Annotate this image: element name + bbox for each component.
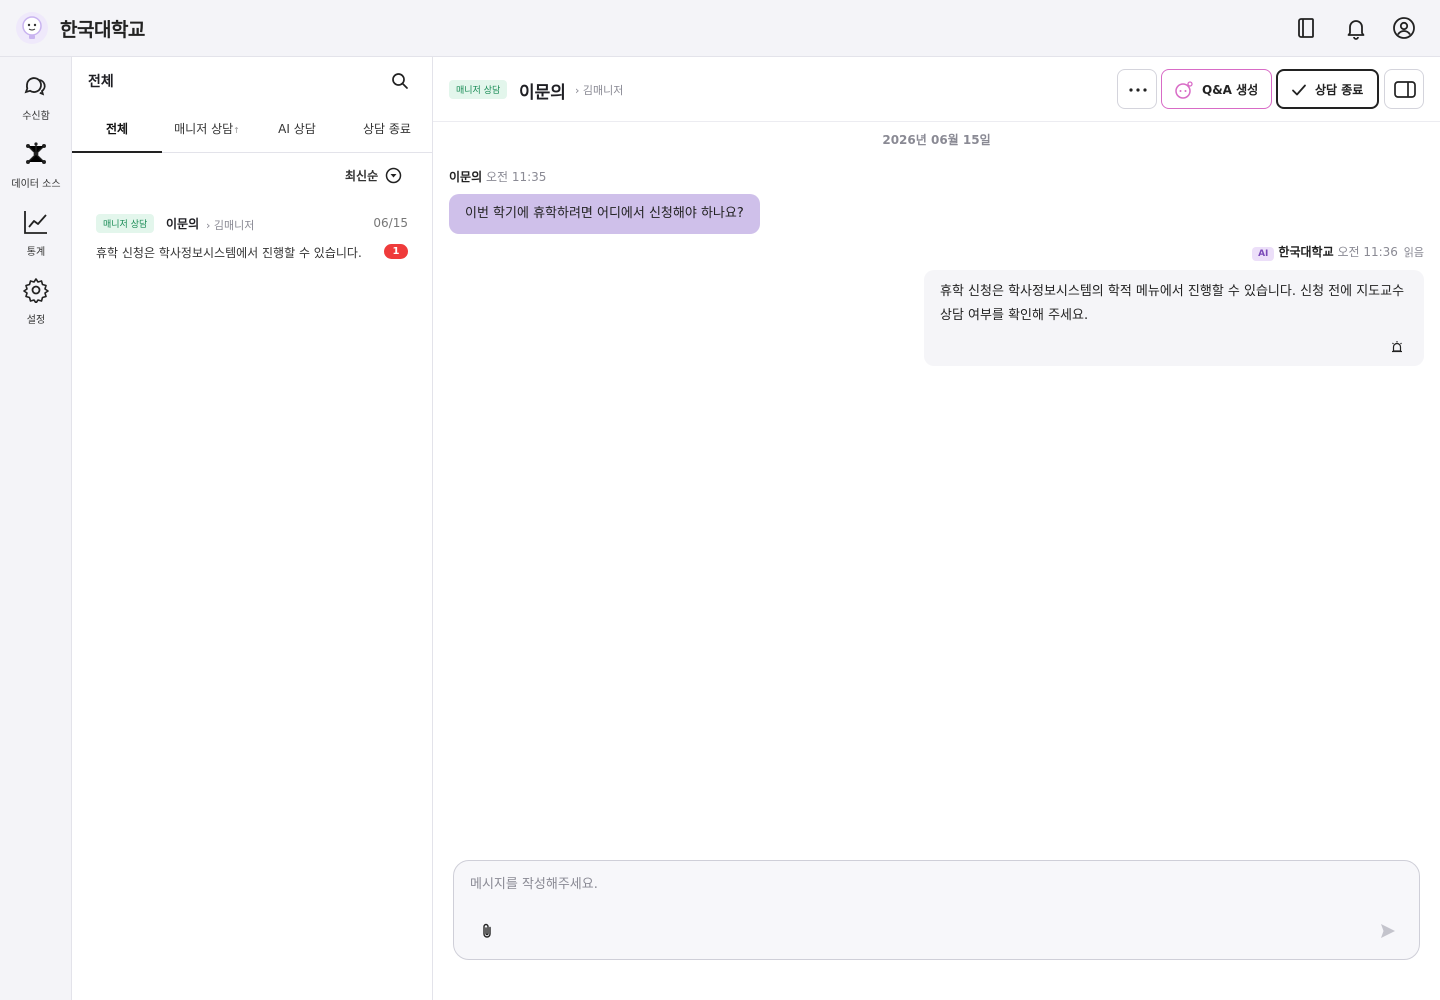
- ai-badge: AI: [1252, 247, 1275, 261]
- user-icon[interactable]: [1392, 16, 1416, 40]
- conversation-name: 이문의: [166, 217, 200, 231]
- nav-label-stats: 통계: [26, 247, 46, 258]
- nav-item-stats[interactable]: 통계: [0, 209, 72, 269]
- bulb-logo-icon: [22, 16, 42, 39]
- end-consultation-label: 상담 종료: [1315, 83, 1364, 97]
- nav-label-data-source: 데이터 소스: [11, 179, 61, 190]
- tab-manager-label: 매니저 상담: [174, 122, 234, 136]
- read-status: 읽음: [1403, 246, 1424, 259]
- paperclip-icon[interactable]: [478, 922, 496, 940]
- send-icon[interactable]: [1379, 922, 1397, 940]
- search-icon[interactable]: [391, 72, 409, 90]
- nav-label-inbox: 수신함: [22, 111, 50, 122]
- tab-manager[interactable]: 매니저 상담↑: [162, 109, 252, 153]
- nav-item-inbox[interactable]: 수신함: [0, 73, 72, 133]
- message-sender: 이문의: [449, 170, 483, 184]
- tab-closed[interactable]: 상담 종료: [342, 109, 432, 153]
- chevron-down-circle-icon[interactable]: [385, 167, 402, 184]
- unread-count-badge: 1: [384, 244, 408, 259]
- conversation-manager-name: 김매니저: [213, 219, 255, 232]
- logo[interactable]: [16, 12, 48, 44]
- conversation-manager: › 김매니저: [206, 219, 255, 232]
- tab-all[interactable]: 전체: [72, 109, 162, 153]
- tab-closed-label: 상담 종료: [363, 122, 411, 136]
- chat-customer-name: 이문의: [519, 83, 566, 103]
- chat-manager-name: 김매니저: [582, 84, 624, 97]
- conversation-list-panel: 전체 전체 매니저 상담↑ AI 상담 상담 종료 최신순 매니저 상담 이문의…: [72, 57, 433, 1000]
- nav-item-data-source[interactable]: 데이터 소스: [0, 141, 72, 201]
- left-nav: 수신함 데이터 소스 통계 설정: [0, 57, 72, 1000]
- message-input[interactable]: [470, 873, 1330, 895]
- list-item[interactable]: 매니저 상담 이문의 › 김매니저 06/15 휴학 신청은 학사정보시스템에서…: [96, 213, 408, 263]
- chat-header: 매니저 상담 이문의 › 김매니저 Q&A 생성 상담 종료: [433, 57, 1440, 122]
- message-time: 오전 11:36: [1337, 245, 1398, 259]
- brand-title: 한국대학교: [60, 19, 145, 41]
- chart-line-icon: [24, 211, 47, 234]
- conversation-tabs: 전체 매니저 상담↑ AI 상담 상담 종료: [72, 109, 432, 153]
- sidebar-panel-icon: [1394, 81, 1416, 98]
- nodes-icon: [26, 142, 46, 164]
- sort-select[interactable]: 최신순: [345, 167, 378, 184]
- inbox-chat-icon: [24, 77, 46, 96]
- list-title: 전체: [88, 74, 114, 90]
- tab-ai-label: AI 상담: [278, 122, 316, 136]
- user-message-bubble: 이번 학기에 휴학하려면 어디에서 신청해야 하나요?: [449, 194, 760, 234]
- ai-message-bubble: 휴학 신청은 학사정보시스템의 학적 메뉴에서 진행할 수 있습니다. 신청 전…: [924, 270, 1424, 366]
- check-icon: [1292, 84, 1306, 96]
- toggle-panel-button[interactable]: [1384, 69, 1424, 109]
- tab-all-label: 전체: [105, 122, 129, 136]
- status-badge: 매니저 상담: [96, 214, 155, 233]
- message-composer: [453, 860, 1420, 960]
- date-separator: 2026년 06월 15일: [882, 133, 991, 147]
- conversation-preview: 휴학 신청은 학사정보시스템에서 진행할 수 있습니다.: [96, 246, 362, 260]
- bell-icon[interactable]: [1344, 16, 1368, 40]
- top-bar: 한국대학교: [0, 0, 1440, 57]
- tab-ai[interactable]: AI 상담: [252, 109, 342, 153]
- sort-arrow-icon: ↑: [233, 126, 240, 135]
- nav-label-settings: 설정: [26, 315, 46, 326]
- nav-item-settings[interactable]: 설정: [0, 277, 72, 337]
- conversation-date: 06/15: [373, 216, 408, 230]
- message-time: 오전 11:35: [485, 170, 547, 184]
- qa-generate-button[interactable]: Q&A 생성: [1161, 69, 1272, 109]
- chat-manager: › 김매니저: [575, 84, 624, 97]
- qa-generate-label: Q&A 생성: [1202, 83, 1259, 97]
- alarm-icon[interactable]: [1390, 340, 1404, 354]
- bot-icon: [1175, 81, 1193, 99]
- ai-message-meta: AI 한국대학교 오전 11:36 읽음: [1252, 243, 1424, 261]
- chat-panel: 매니저 상담 이문의 › 김매니저 Q&A 생성 상담 종료 2026년 06월…: [433, 57, 1440, 1000]
- end-consultation-button[interactable]: 상담 종료: [1276, 69, 1379, 109]
- chat-status-badge: 매니저 상담: [449, 80, 508, 99]
- ai-message-text: 휴학 신청은 학사정보시스템의 학적 메뉴에서 진행할 수 있습니다. 신청 전…: [940, 284, 1405, 323]
- message-sender: 한국대학교: [1278, 245, 1334, 259]
- book-icon[interactable]: [1295, 16, 1319, 40]
- more-button[interactable]: [1117, 69, 1157, 109]
- gear-icon: [23, 278, 49, 303]
- message-meta: 이문의 오전 11:35: [449, 168, 546, 185]
- more-horizontal-icon: [1129, 88, 1147, 92]
